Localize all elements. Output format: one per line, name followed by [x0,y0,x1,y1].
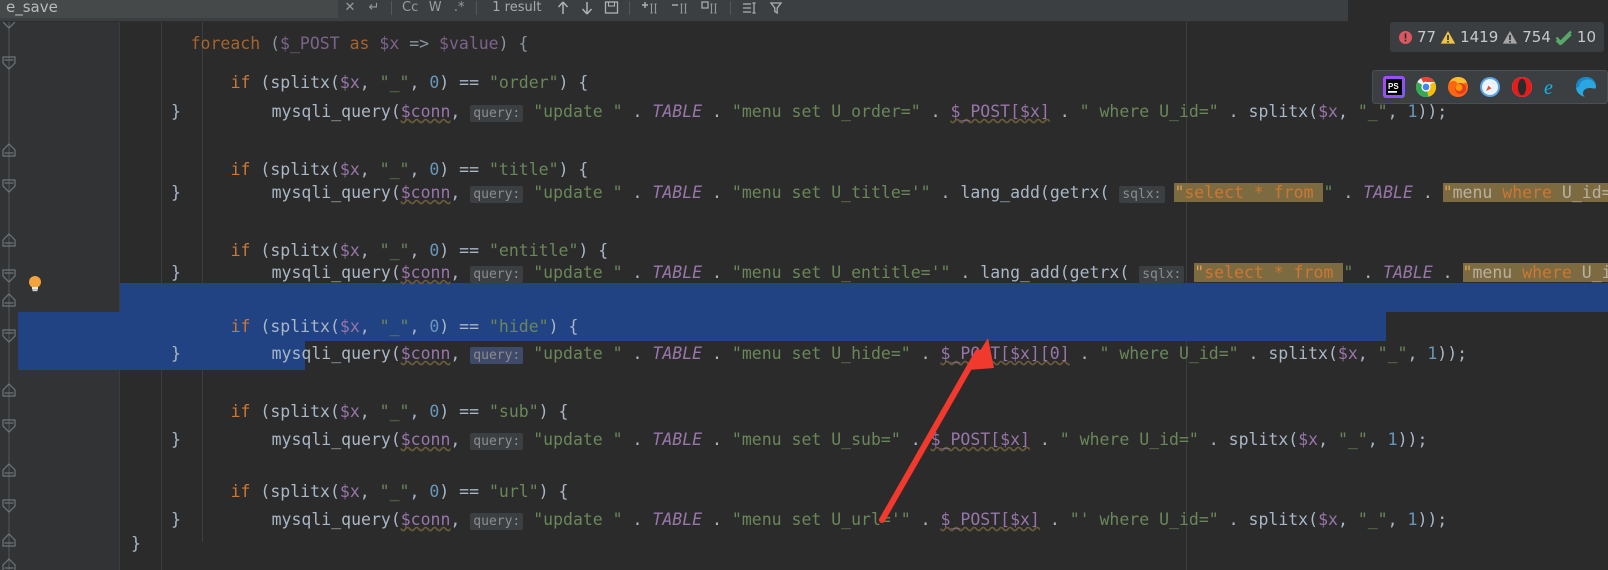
intention-bulb-icon[interactable] [25,274,45,294]
chrome-icon[interactable] [1415,76,1437,98]
select-all-icon[interactable] [736,0,764,19]
code-editor[interactable]: foreach ($_POST as $x => $value) { if (s… [0,22,1608,570]
code-content[interactable]: foreach ($_POST as $x => $value) { if (s… [120,22,1608,570]
find-toolbar: ✕ ↵ Cc W .* 1 result [0,0,1348,22]
annotation-gutter[interactable] [68,22,120,570]
warning-count: 1419 [1460,28,1499,46]
warning-count-item[interactable]: 1419 [1440,28,1498,46]
code-line-query-order[interactable]: mysqli_query($conn, query: "update " . T… [212,68,1447,122]
code-line-query-url[interactable]: mysqli_query($conn, query: "update " . T… [212,476,1447,530]
add-selection-icon[interactable] [635,0,665,19]
arrow-up-icon[interactable] [551,0,575,19]
ok-count: 10 [1576,28,1596,46]
match-case-toggle[interactable]: Cc [397,0,423,19]
svg-text:PS: PS [1388,82,1399,91]
warning-icon [1440,30,1456,44]
toolbar-divider-1 [391,0,392,15]
icon-gutter[interactable] [18,22,68,570]
toolbar-divider-4 [730,0,732,15]
code-line-close-hide[interactable]: } [171,339,181,368]
gutter-selection-band-2 [68,312,120,370]
close-search-button[interactable]: ✕ [338,0,362,19]
opera-icon[interactable] [1511,76,1533,98]
code-line-query-entitle[interactable]: mysqli_query($conn, query: "update " . T… [212,229,1608,283]
search-input[interactable] [0,0,338,18]
error-icon [1398,30,1412,44]
toolbar-divider-3 [629,0,631,15]
code-line-close-order[interactable]: } [171,97,181,126]
firefox-icon[interactable] [1447,76,1469,98]
arrow-down-icon[interactable] [575,0,599,19]
code-line-query-title[interactable]: mysqli_query($conn, query: "update " . T… [212,149,1608,203]
svg-text:e: e [1544,77,1553,98]
code-line-foreach[interactable]: foreach ($_POST as $x => $value) { [131,22,529,53]
weak-warning-count: 754 [1522,28,1551,46]
phpstorm-icon[interactable]: PS [1383,76,1405,98]
error-count: 77 [1416,28,1437,46]
code-line-query-sub[interactable]: mysqli_query($conn, query: "update " . T… [212,396,1427,450]
remove-selection-icon[interactable] [665,0,695,19]
fold-markers[interactable] [0,22,18,570]
error-count-item[interactable]: 77 [1398,28,1436,46]
weak-warning-count-item[interactable]: 754 [1502,28,1551,46]
return-to-editor-button[interactable]: ↵ [362,0,386,19]
edge-icon[interactable] [1575,76,1597,98]
inspections-widget[interactable]: 77 1419 754 10 [1389,22,1604,52]
gutter-selection-band-1 [18,312,68,370]
code-line-if-hide[interactable]: if (splitx($x, "_", 0) == "hide") { [171,283,579,336]
code-line-if-order[interactable]: if (splitx($x, "_", 0) == "order") { [171,39,589,92]
code-line-echo-success[interactable]: echo "success|修改成功!"; [131,550,426,570]
clone-selection-icon[interactable] [695,0,725,19]
code-line-if-url[interactable]: if (splitx($x, "_", 0) == "url") { [171,448,569,501]
toolbar-divider-2 [476,0,478,15]
internet-explorer-icon[interactable]: e [1543,76,1565,99]
regex-toggle[interactable]: .* [447,0,471,19]
code-line-query-hide[interactable]: mysqli_query($conn, query: "update " . T… [212,310,1467,364]
words-toggle[interactable]: W [423,0,447,19]
open-in-browser-popup[interactable]: PS e [1372,70,1608,104]
code-line-if-sub[interactable]: if (splitx($x, "_", 0) == "sub") { [171,368,569,421]
result-count-label: 1 result [492,0,542,15]
code-line-close-url[interactable]: } [171,505,181,534]
save-icon[interactable] [599,0,624,19]
code-line-close-title[interactable]: } [171,178,181,207]
ok-count-item[interactable]: 10 [1555,28,1596,46]
checkmark-icon [1555,30,1572,45]
filter-icon[interactable] [764,0,788,19]
safari-icon[interactable] [1479,76,1501,98]
weak-warning-icon [1503,30,1518,44]
